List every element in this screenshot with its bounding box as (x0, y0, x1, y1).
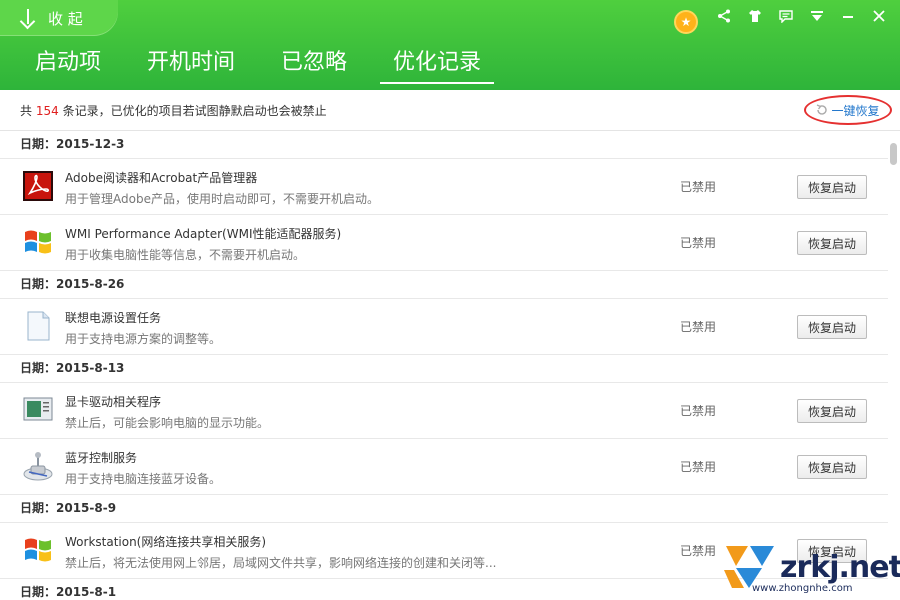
windows-icon (22, 534, 54, 566)
list-scrollbar[interactable] (888, 131, 899, 600)
item-title: WMI Performance Adapter(WMI性能适配器服务) (65, 227, 342, 241)
collapse-button[interactable]: 收 起 (0, 0, 118, 36)
date-header: 日期：2015-8-9 (0, 495, 888, 523)
restore-all-button[interactable]: 一键恢复 (804, 95, 892, 125)
windows-icon (22, 226, 54, 258)
record-list: 日期：2015-12-3 Adobe阅读器和Acrobat产品管理器 用于管理A… (0, 131, 888, 600)
item-title: Workstation(网络连接共享相关服务) (65, 535, 267, 549)
record-count: 154 (35, 103, 59, 118)
restore-startup-button[interactable]: 恢复启动 (797, 315, 867, 339)
skin-shirt-icon[interactable] (744, 5, 766, 27)
info-bar: 共 154 条记录，已优化的项目若试图静默启动也会被禁止 一键恢复 (0, 90, 900, 131)
item-description: 用于收集电脑性能等信息，不需要开机启动。 (65, 248, 306, 262)
adobe-icon (22, 170, 54, 202)
tab-boot-time[interactable]: 开机时间 (134, 48, 248, 82)
tab-ignored[interactable]: 已忽略 (268, 48, 360, 82)
watermark-logo: zrkj.net www.zhongnhe.com (722, 538, 900, 596)
undo-icon (817, 104, 828, 115)
list-item: WMI Performance Adapter(WMI性能适配器服务) 用于收集… (0, 215, 888, 271)
summary-suffix: 条记录，已优化的项目若试图静默启动也会被禁止 (62, 103, 327, 118)
date-header: 日期：2015-8-26 (0, 271, 888, 299)
watermark-url: www.zhongnhe.com (752, 583, 853, 594)
summary-prefix: 共 (20, 103, 33, 118)
item-description: 禁止后，可能会影响电脑的显示功能。 (65, 416, 270, 430)
item-description: 用于支持电脑连接蓝牙设备。 (65, 472, 222, 486)
item-status: 已禁用 (680, 320, 717, 334)
share-icon[interactable] (713, 5, 735, 27)
tab-startup-items[interactable]: 启动项 (22, 48, 114, 82)
close-icon[interactable] (868, 5, 890, 27)
record-summary: 共 154 条记录，已优化的项目若试图静默启动也会被禁止 (20, 102, 327, 119)
tab-bar: 启动项 开机时间 已忽略 优化记录 (22, 48, 514, 84)
menu-dropdown-icon[interactable] (806, 5, 828, 27)
item-status: 已禁用 (680, 460, 717, 474)
item-status: 已禁用 (680, 404, 717, 418)
list-item: Adobe阅读器和Acrobat产品管理器 用于管理Adobe产品，使用时启动即… (0, 159, 888, 215)
bluetooth-device-icon (22, 450, 54, 482)
list-item: 蓝牙控制服务 用于支持电脑连接蓝牙设备。 已禁用 恢复启动 (0, 439, 888, 495)
date-header: 日期：2015-12-3 (0, 131, 888, 159)
item-title: 蓝牙控制服务 (65, 451, 138, 465)
item-description: 用于支持电源方案的调整等。 (65, 332, 222, 346)
item-status: 已禁用 (680, 180, 717, 194)
restore-all-label: 一键恢复 (831, 103, 880, 118)
item-title: Adobe阅读器和Acrobat产品管理器 (65, 171, 258, 185)
minimize-icon[interactable] (837, 5, 859, 27)
window-controls: ★ (674, 4, 890, 34)
document-icon (22, 310, 54, 342)
item-status: 已禁用 (680, 236, 717, 250)
down-arrow-icon (18, 8, 38, 28)
list-item: 显卡驱动相关程序 禁止后，可能会影响电脑的显示功能。 已禁用 恢复启动 (0, 383, 888, 439)
collapse-label: 收 起 (48, 9, 83, 28)
item-title: 联想电源设置任务 (65, 311, 162, 325)
date-header: 日期：2015-8-13 (0, 355, 888, 383)
item-description: 用于管理Adobe产品，使用时启动即可，不需要开机启动。 (65, 192, 379, 206)
medal-icon[interactable]: ★ (674, 10, 698, 34)
restore-startup-button[interactable]: 恢复启动 (797, 175, 867, 199)
restore-startup-button[interactable]: 恢复启动 (797, 231, 867, 255)
restore-startup-button[interactable]: 恢复启动 (797, 455, 867, 479)
restore-startup-button[interactable]: 恢复启动 (797, 399, 867, 423)
item-title: 显卡驱动相关程序 (65, 395, 162, 409)
message-icon[interactable] (775, 5, 797, 27)
item-status: 已禁用 (680, 544, 717, 558)
scrollbar-thumb[interactable] (890, 143, 897, 165)
watermark-domain: zrkj.net (780, 550, 900, 585)
tab-optimization-log[interactable]: 优化记录 (380, 48, 495, 84)
item-description: 禁止后，将无法使用网上邻居，局域网文件共享，影响网络连接的创建和关闭等... (65, 556, 497, 570)
display-driver-icon (22, 394, 54, 426)
header-bar: 收 起 启动项 开机时间 已忽略 优化记录 ★ (0, 0, 900, 90)
list-item: 联想电源设置任务 用于支持电源方案的调整等。 已禁用 恢复启动 (0, 299, 888, 355)
